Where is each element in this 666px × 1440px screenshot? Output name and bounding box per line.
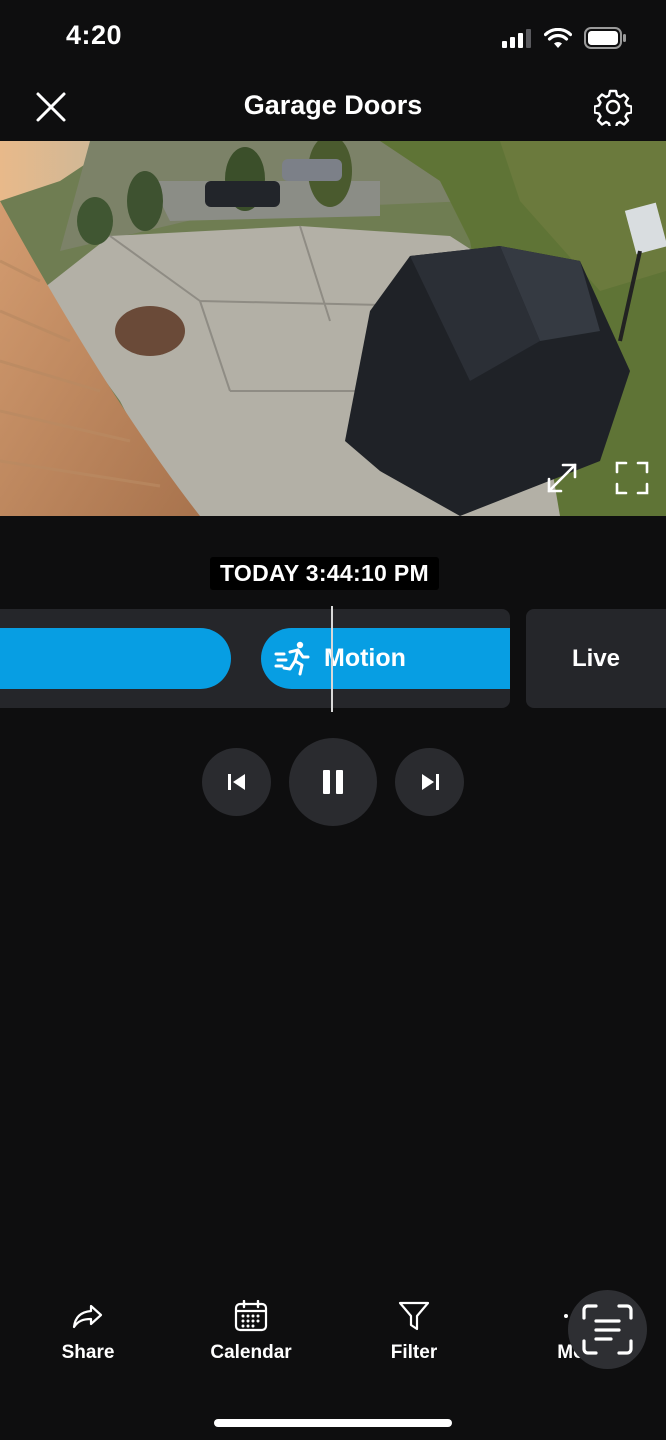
wifi-icon — [544, 27, 572, 48]
home-indicator[interactable] — [214, 1419, 452, 1427]
next-event-button[interactable] — [395, 748, 464, 816]
status-time: 4:20 — [66, 20, 123, 50]
playback-timestamp: TODAY 3:44:10 PM — [210, 557, 439, 590]
text-scan-icon — [582, 1304, 633, 1355]
expand-icon[interactable] — [544, 460, 580, 496]
share-label: Share — [61, 1342, 115, 1363]
live-label: Live — [572, 645, 621, 672]
skip-previous-icon — [227, 774, 245, 790]
previous-event-segment[interactable] — [0, 628, 231, 689]
motion-event-label: Motion — [324, 644, 406, 672]
motion-running-icon — [274, 641, 310, 676]
scan-text-button[interactable] — [568, 1290, 647, 1369]
calendar-icon — [234, 1300, 268, 1332]
filter-button[interactable]: Filter — [354, 1300, 474, 1364]
calendar-label: Calendar — [210, 1342, 292, 1363]
filter-icon — [398, 1301, 430, 1331]
fullscreen-icon[interactable] — [614, 460, 650, 496]
share-button[interactable]: Share — [28, 1300, 148, 1364]
pause-button[interactable] — [289, 738, 377, 826]
battery-icon — [584, 27, 626, 49]
previous-event-button[interactable] — [202, 748, 271, 816]
filter-label: Filter — [390, 1342, 438, 1363]
page-title: Garage Doors — [243, 90, 423, 120]
timeline-scrubber[interactable] — [331, 606, 333, 712]
video-player[interactable] — [0, 141, 666, 516]
status-icons — [502, 26, 626, 50]
signal-icon — [502, 29, 531, 48]
calendar-button[interactable]: Calendar — [191, 1300, 311, 1364]
pause-icon — [323, 770, 343, 794]
skip-next-icon — [421, 774, 439, 790]
gear-icon[interactable] — [594, 88, 632, 126]
share-icon — [72, 1304, 103, 1329]
